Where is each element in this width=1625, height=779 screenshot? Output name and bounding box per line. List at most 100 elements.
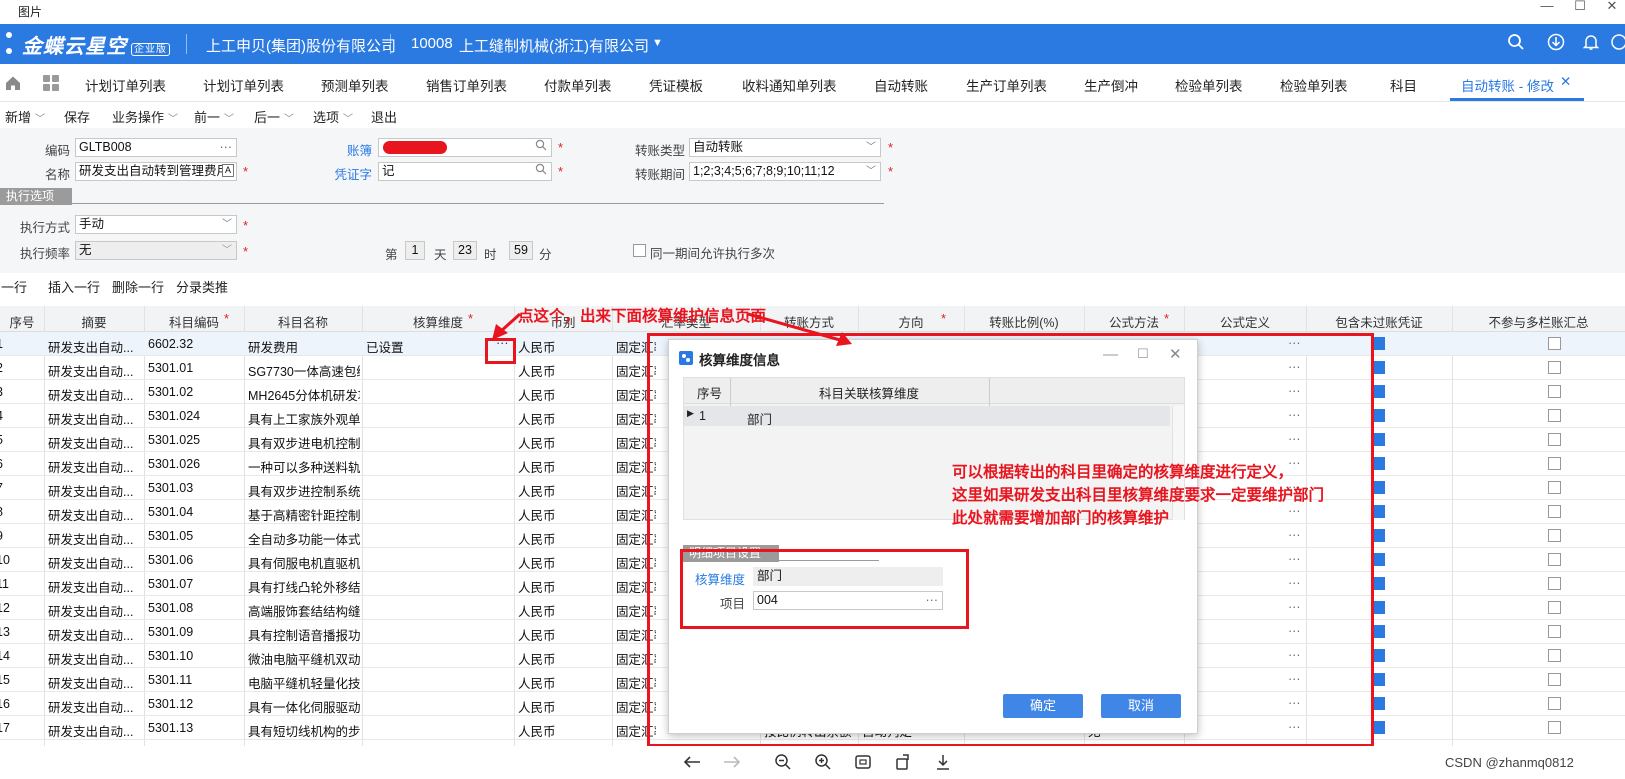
exclude-summary-checkbox[interactable] — [1548, 673, 1561, 686]
exclude-summary-checkbox[interactable] — [1548, 409, 1561, 422]
grid-cell-no[interactable]: 2 — [0, 361, 36, 375]
fit-screen-icon[interactable] — [854, 753, 872, 774]
tab-backflush[interactable]: 生产倒冲 — [1084, 75, 1138, 95]
grid-cell-name[interactable]: MH2645分体机研发项 — [248, 385, 360, 404]
business-ops-button[interactable]: 业务操作 ﹀ — [112, 107, 178, 126]
grid-cell-no[interactable]: 17 — [0, 721, 36, 735]
minute-field[interactable]: 59 — [509, 241, 533, 260]
grid-cell-code[interactable]: 5301.024 — [148, 409, 242, 423]
minimize-icon[interactable]: — — [1535, 0, 1559, 14]
settings-icon[interactable] — [1609, 33, 1625, 55]
grid-cell-code[interactable]: 5301.02 — [148, 385, 242, 399]
entry-analogy-button[interactable]: 分录类推 — [176, 277, 228, 296]
day-field[interactable]: 1 — [405, 241, 425, 260]
grid-cell-name[interactable]: 一种可以多种送料轨迹 — [248, 457, 360, 476]
grid-cell-code[interactable]: 5301.11 — [148, 673, 242, 687]
insert-row-button[interactable]: 插入一行 — [48, 277, 100, 296]
grid-cell-summary[interactable]: 研发支出自动... — [48, 409, 142, 428]
maximize-icon[interactable]: ☐ — [1568, 0, 1592, 14]
grid-cell-cur[interactable]: 人民币 — [518, 385, 608, 404]
grid-cell-no[interactable]: 5 — [0, 433, 36, 447]
home-icon[interactable] — [4, 74, 22, 95]
grid-cell-no[interactable]: 3 — [0, 385, 36, 399]
grid-cell-name[interactable]: 具有伺服电机直驱机构 — [248, 553, 360, 572]
grid-cell-cur[interactable]: 人民币 — [518, 649, 608, 668]
grid-cell-no[interactable]: 13 — [0, 625, 36, 639]
tab-sales-order-list[interactable]: 销售订单列表 — [426, 75, 507, 95]
new-button[interactable]: 新增 ﹀ — [5, 107, 45, 126]
grid-cell-summary[interactable]: 研发支出自动... — [48, 601, 142, 620]
grid-cell-summary[interactable]: 研发支出自动... — [48, 385, 142, 404]
book-field[interactable] — [378, 138, 552, 157]
grid-cell-no[interactable]: 11 — [0, 577, 36, 591]
code-field[interactable]: GLTB008 ··· — [75, 138, 237, 157]
grid-cell-code[interactable]: 5301.10 — [148, 649, 242, 663]
grid-cell-code[interactable]: 5301.026 — [148, 457, 242, 471]
options-button[interactable]: 选项 ﹀ — [313, 107, 353, 126]
exclude-summary-checkbox[interactable] — [1548, 529, 1561, 542]
allow-multi-checkbox[interactable] — [633, 244, 646, 257]
rotate-icon[interactable] — [894, 753, 912, 774]
grid-cell-summary[interactable]: 研发支出自动... — [48, 721, 142, 740]
grid-cell-code[interactable]: 5301.01 — [148, 361, 242, 375]
tab-payment-list[interactable]: 付款单列表 — [544, 75, 612, 95]
close-icon[interactable]: ✕ — [1600, 0, 1624, 14]
tab-plan-order-list-2[interactable]: 计划订单列表 — [203, 75, 284, 95]
grid-cell-code[interactable]: 5301.05 — [148, 529, 242, 543]
exec-freq-select[interactable]: 无 ﹀ — [75, 241, 237, 260]
grid-cell-dim[interactable]: 已设置 — [366, 337, 466, 356]
exclude-summary-checkbox[interactable] — [1548, 697, 1561, 710]
grid-cell-cur[interactable]: 人民币 — [518, 433, 608, 452]
grid-header-3[interactable]: 科目名称 — [244, 312, 362, 331]
grid-cell-no[interactable]: 9 — [0, 529, 36, 543]
grid-header-11[interactable]: 公式定义 — [1184, 312, 1306, 331]
grid-cell-code[interactable]: 5301.025 — [148, 433, 242, 447]
add-row-button[interactable]: 增一行 — [0, 277, 27, 296]
grid-cell-code[interactable]: 5301.07 — [148, 577, 242, 591]
grid-cell-code[interactable]: 5301.13 — [148, 721, 242, 735]
org-dropdown-icon[interactable]: ▼ — [652, 37, 663, 49]
next-image-icon[interactable] — [722, 754, 742, 773]
exclude-summary-checkbox[interactable] — [1548, 337, 1561, 350]
tab-voucher-template[interactable]: 凭证模板 — [649, 75, 703, 95]
grid-cell-name[interactable]: 基于高精密针距控制技 — [248, 505, 360, 524]
grid-cell-summary[interactable]: 研发支出自动... — [48, 529, 142, 548]
exclude-summary-checkbox[interactable] — [1548, 505, 1561, 518]
grid-cell-cur[interactable]: 人民币 — [518, 361, 608, 380]
grid-cell-name[interactable]: 电脑平缝机轻量化技术 — [248, 673, 360, 692]
grid-cell-cur[interactable]: 人民币 — [518, 577, 608, 596]
app-logo[interactable]: 金蝶云星空 企业版 — [22, 30, 170, 59]
period-select[interactable]: 1;2;3;4;5;6;7;8;9;10;11;12 ﹀ — [689, 162, 881, 181]
grid-header-9[interactable]: 转账比例(%) — [964, 312, 1084, 331]
grid-cell-summary[interactable]: 研发支出自动... — [48, 553, 142, 572]
grid-cell-name[interactable]: 具有控制语音播报功能 — [248, 625, 360, 644]
org-code[interactable]: 10008 — [411, 35, 453, 52]
tab-close-icon[interactable]: ✕ — [1560, 74, 1571, 90]
tab-production-order-list[interactable]: 生产订单列表 — [966, 75, 1047, 95]
grid-cell-no[interactable]: 7 — [0, 481, 36, 495]
grid-cell-cur[interactable]: 人民币 — [518, 481, 608, 500]
grid-cell-summary[interactable]: 研发支出自动... — [48, 697, 142, 716]
grid-cell-summary[interactable]: 研发支出自动... — [48, 649, 142, 668]
zoom-out-icon[interactable] — [774, 753, 792, 774]
grid-header-12[interactable]: 包含未过账凭证 — [1306, 312, 1452, 331]
grid-header-13[interactable]: 不参与多栏账汇总 — [1452, 312, 1625, 331]
exclude-summary-checkbox[interactable] — [1548, 553, 1561, 566]
next-button[interactable]: 后一 ﹀ — [254, 107, 294, 126]
grid-cell-code[interactable]: 5301.03 — [148, 481, 242, 495]
grid-cell-summary[interactable]: 研发支出自动... — [48, 577, 142, 596]
download-icon[interactable] — [934, 753, 952, 774]
grid-cell-summary[interactable]: 研发支出自动... — [48, 337, 142, 356]
grid-cell-name[interactable]: 具有打线凸轮外移结构 — [248, 577, 360, 596]
grid-cell-no[interactable]: 4 — [0, 409, 36, 423]
exclude-summary-checkbox[interactable] — [1548, 625, 1561, 638]
exclude-summary-checkbox[interactable] — [1548, 385, 1561, 398]
search-icon[interactable] — [535, 139, 547, 156]
grid-cell-name[interactable]: 高端服饰套结结构缝制 — [248, 601, 360, 620]
exit-button[interactable]: 退出 — [371, 107, 397, 126]
book-label[interactable]: 账簿 — [320, 140, 372, 159]
grid-cell-no[interactable]: 12 — [0, 601, 36, 615]
tab-auto-transfer[interactable]: 自动转账 — [874, 75, 928, 95]
tab-inspection-list-2[interactable]: 检验单列表 — [1280, 75, 1348, 95]
previous-button[interactable]: 前一 ﹀ — [194, 107, 234, 126]
